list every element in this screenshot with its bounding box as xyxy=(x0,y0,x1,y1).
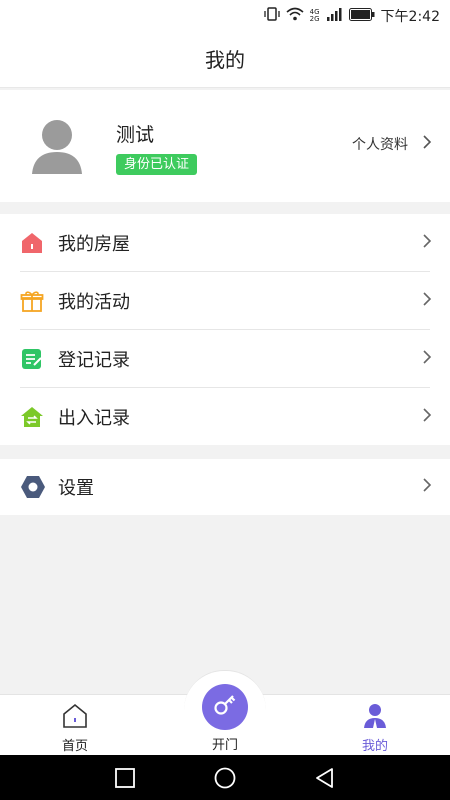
tab-home[interactable]: 首页 xyxy=(25,695,125,756)
menu-item-settings[interactable]: 设置 xyxy=(0,459,450,515)
menu-group-main: 我的房屋 我的活动 登记记录 出入记录 xyxy=(0,214,450,445)
profile-details-link[interactable]: 个人资料 xyxy=(352,134,432,154)
signal-icon xyxy=(326,7,343,25)
tab-me[interactable]: 我的 xyxy=(325,695,425,756)
network-bottom-label: 2G xyxy=(309,15,320,23)
tab-home-label: 首页 xyxy=(61,739,88,754)
chevron-right-icon xyxy=(422,134,432,154)
tab-open-label[interactable]: 开门 xyxy=(175,734,275,753)
status-icons: 4G 2G 下午2:42 xyxy=(264,0,440,32)
tab-me-label: 我的 xyxy=(361,739,388,754)
avatar[interactable] xyxy=(30,118,84,174)
hexagon-settings-icon xyxy=(20,475,45,499)
menu-group-settings: 设置 xyxy=(0,459,450,515)
status-bar: 4G 2G 下午2:42 xyxy=(0,0,450,32)
battery-icon xyxy=(348,7,375,25)
menu-label: 我的房屋 xyxy=(58,234,130,255)
open-door-button[interactable] xyxy=(202,684,248,730)
vibrate-icon xyxy=(264,6,280,26)
user-name: 测试 xyxy=(116,124,155,146)
home-icon xyxy=(62,703,88,733)
wifi-icon xyxy=(286,7,304,25)
menu-item-my-activities[interactable]: 我的活动 xyxy=(0,272,450,330)
document-icon xyxy=(20,347,44,371)
back-triangle-icon[interactable] xyxy=(313,766,337,790)
menu-item-access-records[interactable]: 出入记录 xyxy=(0,388,450,446)
home-circle-icon[interactable] xyxy=(213,766,237,790)
recents-icon[interactable] xyxy=(113,766,137,790)
menu-label: 登记记录 xyxy=(58,350,130,371)
menu-label: 我的活动 xyxy=(58,292,130,313)
menu-label: 设置 xyxy=(58,478,94,499)
profile-link-label: 个人资料 xyxy=(352,137,408,153)
menu-item-registration-records[interactable]: 登记记录 xyxy=(0,330,450,388)
menu-item-my-house[interactable]: 我的房屋 xyxy=(0,214,450,272)
profile-card[interactable]: 测试 身份已认证 个人资料 xyxy=(0,90,450,202)
chevron-right-icon xyxy=(422,407,432,427)
key-icon xyxy=(212,692,238,722)
house-arrows-icon xyxy=(20,405,44,429)
person-icon xyxy=(363,703,387,733)
page-title: 我的 xyxy=(0,32,450,88)
menu-label: 出入记录 xyxy=(58,408,130,429)
chevron-right-icon xyxy=(422,233,432,253)
status-time: 下午2:42 xyxy=(380,9,440,25)
system-nav-bar xyxy=(0,755,450,800)
gift-icon xyxy=(20,289,44,313)
network-type-label: 4G 2G xyxy=(310,9,320,23)
chevron-right-icon xyxy=(422,291,432,311)
verified-badge: 身份已认证 xyxy=(116,154,198,175)
chevron-right-icon xyxy=(422,477,432,497)
house-icon xyxy=(20,231,44,255)
chevron-right-icon xyxy=(422,349,432,369)
